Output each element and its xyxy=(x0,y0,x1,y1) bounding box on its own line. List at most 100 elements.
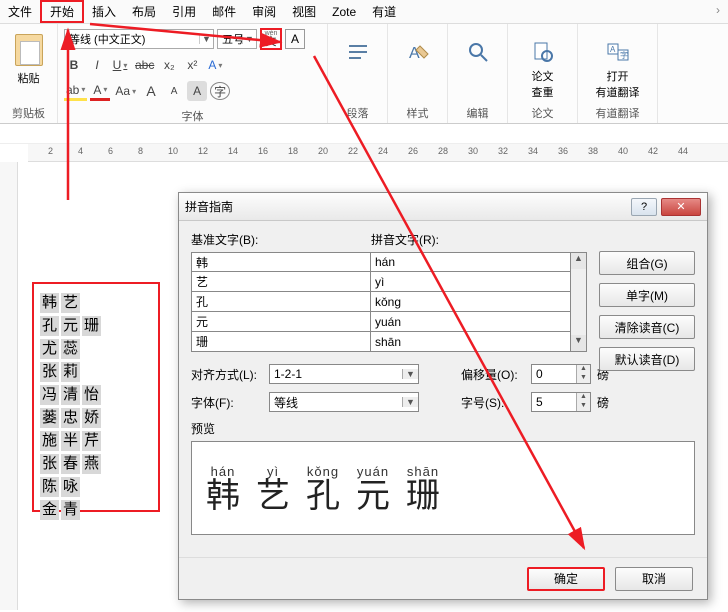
default-reading-button[interactable]: 默认读音(D) xyxy=(599,347,695,371)
strike-button[interactable]: abc xyxy=(133,55,156,75)
ruler-tick: 30 xyxy=(468,146,478,156)
menu-review[interactable]: 审阅 xyxy=(244,0,284,23)
clear-reading-button[interactable]: 清除读音(C) xyxy=(599,315,695,339)
menu-insert[interactable]: 插入 xyxy=(84,0,124,23)
lunwen-icon[interactable] xyxy=(527,36,559,68)
group-label-clipboard: 剪贴板 xyxy=(12,103,45,121)
ruler-tick: 12 xyxy=(198,146,208,156)
ruler-tick: 8 xyxy=(138,146,143,156)
bold-button[interactable]: B xyxy=(64,55,84,75)
font-name-combo[interactable]: 等线 (中文正文)▼ xyxy=(64,29,214,49)
preview-char: hán韩 xyxy=(206,464,240,513)
name-row: 金青 xyxy=(40,500,152,520)
name-row: 张春燕 xyxy=(40,454,152,474)
find-icon[interactable] xyxy=(462,36,494,68)
menu-references[interactable]: 引用 xyxy=(164,0,204,23)
group-paragraph: 段落 xyxy=(328,24,388,123)
ruby-table-scrollbar[interactable]: ▲ ▼ xyxy=(571,252,587,352)
name-char: 莉 xyxy=(61,362,80,382)
dialog-close-button[interactable]: ✕ xyxy=(661,198,701,216)
menu-mailings[interactable]: 邮件 xyxy=(204,0,244,23)
name-char: 尤 xyxy=(40,339,59,359)
ribbon: 粘贴 剪贴板 等线 (中文正文)▼ 五号▼ wén 文 A B I U abc … xyxy=(0,24,728,124)
preview-char: yuán元 xyxy=(356,464,390,513)
ruler-tick: 18 xyxy=(288,146,298,156)
paste-icon[interactable] xyxy=(15,34,43,66)
italic-button[interactable]: I xyxy=(87,55,107,75)
menu-zotero[interactable]: Zote xyxy=(324,0,364,23)
ruby-cell[interactable]: hán xyxy=(371,252,571,272)
preview-char: kǒng孔 xyxy=(306,464,340,513)
menu-layout[interactable]: 布局 xyxy=(124,0,164,23)
name-char: 娇 xyxy=(82,408,101,428)
ruler-vertical[interactable] xyxy=(0,162,18,610)
name-char: 张 xyxy=(40,362,59,382)
name-char: 冯 xyxy=(40,385,59,405)
change-case-button[interactable]: Aa xyxy=(113,81,138,101)
ruby-cell[interactable]: yuán xyxy=(371,312,571,332)
combine-button[interactable]: 组合(G) xyxy=(599,251,695,275)
menu-home[interactable]: 开始 xyxy=(40,0,84,23)
offset-spin[interactable]: 0 ▲▼ xyxy=(531,364,591,384)
svg-text:字: 字 xyxy=(620,50,628,60)
dialog-titlebar[interactable]: 拼音指南 ? ✕ xyxy=(179,193,707,221)
font-size-combo[interactable]: 五号▼ xyxy=(217,29,257,49)
subscript-button[interactable]: x₂ xyxy=(159,55,179,75)
cancel-button[interactable]: 取消 xyxy=(615,567,693,591)
underline-button[interactable]: U xyxy=(110,55,130,75)
base-cell[interactable]: 元 xyxy=(191,312,371,332)
base-cell[interactable]: 孔 xyxy=(191,292,371,312)
font-combo[interactable]: 等线▼ xyxy=(269,392,419,412)
name-char: 清 xyxy=(61,385,80,405)
ruler-tick: 44 xyxy=(678,146,688,156)
scroll-up-icon[interactable]: ▲ xyxy=(571,253,586,269)
name-char: 金 xyxy=(40,500,59,520)
ruler-tick: 24 xyxy=(378,146,388,156)
char-border-button[interactable]: A xyxy=(285,29,305,49)
ok-button[interactable]: 确定 xyxy=(527,567,605,591)
base-cell[interactable]: 韩 xyxy=(191,252,371,272)
scroll-down-icon[interactable]: ▼ xyxy=(571,335,586,351)
dialog-help-button[interactable]: ? xyxy=(631,198,657,216)
name-row: 蒌忠娇 xyxy=(40,408,152,428)
enclose-char-button[interactable]: 字 xyxy=(210,82,230,100)
selected-names-box: 韩艺孔元珊尤蕊张莉冯清怡蒌忠娇施半芹张春燕陈咏金青 xyxy=(32,282,160,512)
menu-youdao[interactable]: 有道 xyxy=(364,0,404,23)
youdao-line1: 打开 xyxy=(607,68,629,84)
align-combo[interactable]: 1-2-1▼ xyxy=(269,364,419,384)
highlight-button[interactable]: ab xyxy=(64,81,87,101)
shrink-font-button[interactable]: A xyxy=(164,81,184,101)
styles-icon[interactable]: A xyxy=(402,36,434,68)
font-color-button[interactable]: A xyxy=(90,81,110,101)
menu-view[interactable]: 视图 xyxy=(284,0,324,23)
name-char: 张 xyxy=(40,454,59,474)
menu-more[interactable]: › xyxy=(708,0,728,23)
group-font: 等线 (中文正文)▼ 五号▼ wén 文 A B I U abc x₂ x² A… xyxy=(58,24,328,123)
ruby-cell[interactable]: kǒng xyxy=(371,292,571,312)
name-char: 咏 xyxy=(61,477,80,497)
size-spin[interactable]: 5 ▲▼ xyxy=(531,392,591,412)
group-label-font: 字体 xyxy=(64,106,321,124)
name-row: 韩艺 xyxy=(40,293,152,313)
font-label: 字体(F): xyxy=(191,394,263,411)
paragraph-icon[interactable] xyxy=(342,36,374,68)
ruby-cell[interactable]: yì xyxy=(371,272,571,292)
dialog-title: 拼音指南 xyxy=(185,198,627,215)
grow-font-button[interactable]: A xyxy=(141,81,161,101)
offset-label: 偏移量(O): xyxy=(461,366,525,383)
base-cell[interactable]: 珊 xyxy=(191,332,371,352)
name-char: 春 xyxy=(61,454,80,474)
char-shading-button[interactable]: A xyxy=(187,81,207,101)
superscript-button[interactable]: x² xyxy=(182,55,202,75)
ruby-cell[interactable]: shān xyxy=(371,332,571,352)
text-effects-button[interactable]: A xyxy=(205,55,225,75)
menu-file[interactable]: 文件 xyxy=(0,0,40,23)
group-label-paragraph: 段落 xyxy=(347,103,369,121)
name-char: 怡 xyxy=(82,385,101,405)
group-label-editing: 编辑 xyxy=(467,103,489,121)
base-cell[interactable]: 艺 xyxy=(191,272,371,292)
translate-icon[interactable]: A字 xyxy=(602,36,634,68)
ruler-horizontal[interactable]: 2468101214161820222426283032343638404244 xyxy=(28,144,728,162)
phonetic-guide-button[interactable]: wén 文 xyxy=(260,28,282,50)
mono-button[interactable]: 单字(M) xyxy=(599,283,695,307)
